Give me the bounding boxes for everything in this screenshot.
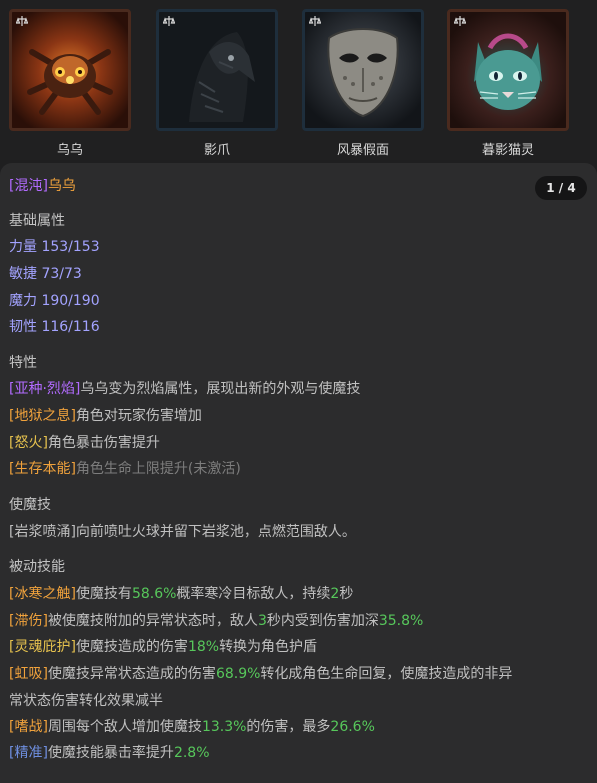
stat-agility: 敏捷 73/73 — [9, 266, 82, 282]
pet-portrait — [447, 9, 569, 131]
trait-item: [怒火]角色暴击伤害提升 — [9, 432, 160, 452]
pet-card-2[interactable]: 风暴假面 — [302, 9, 430, 158]
trait-tag: [亚种·烈焰] — [9, 381, 81, 397]
passive-item: [冰寒之触]使魔技有58.6%概率寒冷目标敌人，持续2秒 — [9, 586, 354, 602]
trait-tag: [生存本能] — [9, 461, 76, 477]
pet-card-3[interactable]: 暮影猫灵 — [447, 9, 575, 158]
trait-item: [地狱之息]角色对玩家伤害增加 — [9, 405, 202, 425]
trait-text: 角色对玩家伤害增加 — [75, 408, 202, 424]
passive-item: [精准]使魔技能暴击率提升2.8% — [9, 745, 210, 761]
passive-tag: [冰寒之触] — [9, 586, 76, 602]
spider-portrait — [12, 12, 128, 128]
skill-text: [岩浆喷涌]向前喷吐火球并留下岩浆池，点燃范围敌人。 — [9, 524, 356, 540]
passive-item: [虹吸]使魔技异常状态造成的伤害68.9%转化成角色生命回复，使魔技造成的非异 — [9, 666, 513, 682]
pet-name: 影爪 — [203, 143, 230, 158]
raven-portrait — [159, 12, 275, 128]
pet-name: 风暴假面 — [336, 143, 389, 158]
pet-selector: 乌乌 影爪 风暴假面 暮影猫灵 — [0, 0, 597, 160]
scale-icon — [163, 16, 175, 26]
mask-portrait — [305, 12, 421, 128]
passive-tag: [灵魂庇护] — [9, 639, 76, 655]
rarity-tag: [混沌] — [9, 178, 48, 194]
pet-portrait — [9, 9, 131, 131]
cat-spirit-portrait — [450, 12, 566, 128]
page-counter: 1 / 4 — [535, 176, 587, 200]
pet-card-1[interactable]: 影爪 — [156, 9, 284, 158]
scale-icon — [309, 16, 321, 26]
stat-toughness: 韧性 116/116 — [9, 319, 100, 335]
passive-tag: [精准] — [9, 745, 48, 761]
passive-item: [灵魂庇护]使魔技造成的伤害18%转换为角色护盾 — [9, 639, 318, 655]
traits-header: 特性 — [9, 355, 37, 371]
pet-name: 暮影猫灵 — [481, 143, 534, 158]
passive-item: [滞伤]被使魔技附加的异常状态时，敌人3秒内受到伤害加深35.8% — [9, 613, 424, 629]
trait-item: [亚种·烈焰]乌乌变为烈焰属性，展现出新的外观与使魔技 — [9, 378, 360, 398]
pet-card-0[interactable]: 乌乌 — [9, 9, 137, 158]
pet-title: [混沌]乌乌 — [9, 175, 76, 195]
passive-header: 被动技能 — [9, 559, 65, 575]
pet-portrait — [302, 9, 424, 131]
skill-header: 使魔技 — [9, 497, 51, 513]
trait-item: [生存本能]角色生命上限提升(未激活) — [9, 458, 241, 478]
scale-icon — [454, 16, 466, 26]
trait-text: 角色暴击伤害提升 — [47, 435, 160, 451]
pet-portrait — [156, 9, 278, 131]
passive-tag: [嗜战] — [9, 719, 48, 735]
trait-tag: [怒火] — [9, 435, 48, 451]
scale-icon — [16, 16, 28, 26]
trait-text: 乌乌变为烈焰属性，展现出新的外观与使魔技 — [80, 381, 361, 397]
stat-strength: 力量 153/153 — [9, 239, 100, 255]
pet-name: 乌乌 — [56, 143, 83, 158]
pet-title-name: 乌乌 — [47, 178, 76, 194]
trait-text-inactive: 角色生命上限提升(未激活) — [75, 461, 241, 477]
trait-tag: [地狱之息] — [9, 408, 76, 424]
passive-item: [嗜战]周围每个敌人增加使魔技13.3%的伤害，最多26.6% — [9, 719, 375, 735]
passive-item-continued: 常状态伤害转化效果减半 — [9, 693, 163, 709]
passive-tag: [滞伤] — [9, 613, 48, 629]
stat-magic: 魔力 190/190 — [9, 293, 100, 309]
passive-tag: [虹吸] — [9, 666, 48, 682]
base-attributes-header: 基础属性 — [9, 213, 65, 229]
